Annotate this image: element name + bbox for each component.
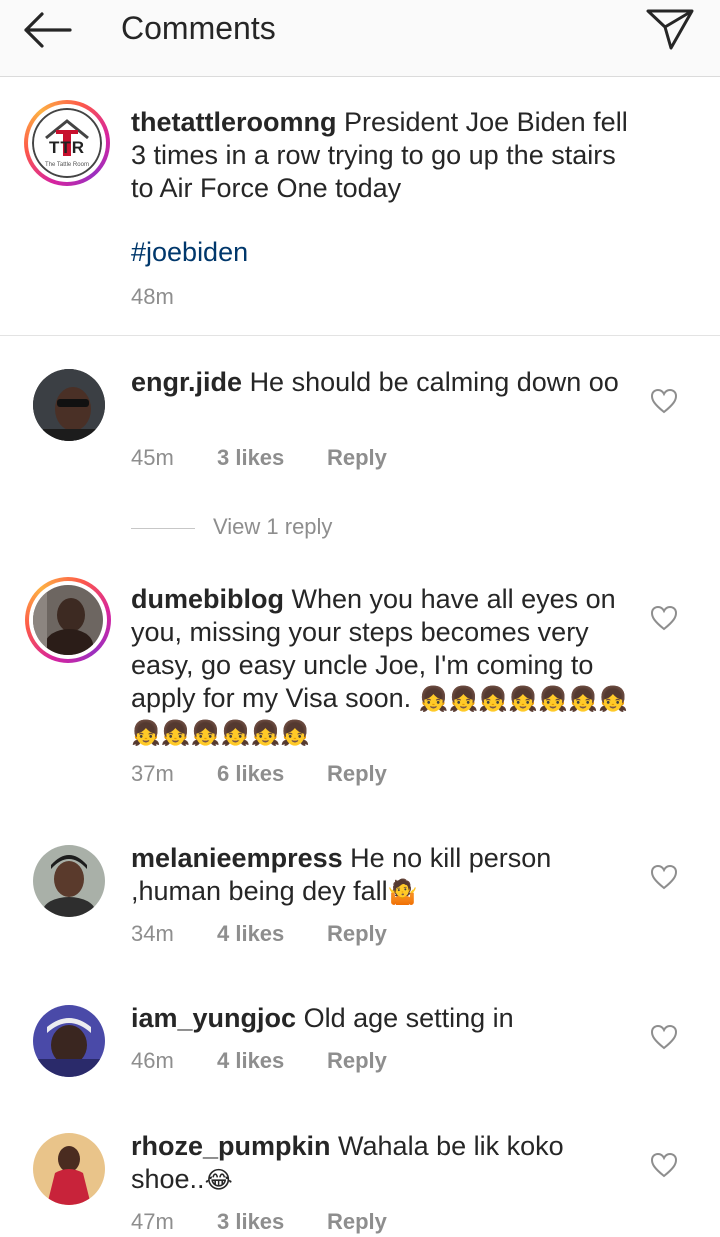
avatar-photo — [33, 1005, 105, 1077]
comment-text: engr.jide He should be calming down oo — [131, 366, 631, 399]
likes-count[interactable]: 3 likes — [217, 443, 327, 473]
tattleroom-logo: TTR The Tattle Room — [32, 108, 102, 178]
page-title: Comments — [121, 10, 276, 46]
caption-avatar-ring[interactable]: TTR The Tattle Room — [24, 100, 110, 186]
comment-body: He should be calming down oo — [249, 367, 619, 397]
comment-text: rhoze_pumpkin Wahala be lik koko shoe..😂 — [131, 1130, 631, 1197]
comment-meta: 46m 4 likes Reply — [131, 1046, 387, 1076]
divider — [131, 527, 195, 529]
heart-outline-icon[interactable] — [650, 605, 678, 631]
heart-outline-icon[interactable] — [650, 388, 678, 414]
heart-outline-icon[interactable] — [650, 1024, 678, 1050]
comment-time: 34m — [131, 921, 174, 946]
back-button[interactable] — [18, 8, 78, 52]
comment-time: 47m — [131, 1209, 174, 1234]
emoji: 😂 — [204, 1166, 233, 1194]
reply-button[interactable]: Reply — [327, 1046, 387, 1076]
avatar: TTR The Tattle Room — [32, 108, 102, 178]
comment-time: 37m — [131, 761, 174, 786]
comment-username[interactable]: rhoze_pumpkin — [131, 1131, 331, 1161]
avatar-story-ring[interactable] — [25, 577, 111, 663]
comment-time: 45m — [131, 445, 174, 470]
reply-button[interactable]: Reply — [327, 759, 387, 789]
avatar-photo — [33, 369, 105, 441]
view-replies-label: View 1 reply — [213, 514, 333, 539]
likes-count[interactable]: 4 likes — [217, 919, 327, 949]
comment-meta: 34m 4 likes Reply — [131, 919, 387, 949]
comment-body: Old age setting in — [303, 1003, 514, 1033]
emoji: 🤷 — [387, 878, 418, 906]
avatar-photo — [33, 845, 105, 917]
avatar-photo — [33, 1133, 105, 1205]
comment-text: iam_yungjoc Old age setting in — [131, 1002, 631, 1035]
comment-username[interactable]: iam_yungjoc — [131, 1003, 296, 1033]
share-button[interactable] — [644, 6, 696, 52]
avatar — [33, 585, 103, 655]
avatar[interactable] — [33, 1133, 105, 1205]
likes-count[interactable]: 4 likes — [217, 1046, 327, 1076]
caption-timestamp: 48m — [131, 282, 217, 312]
likes-count[interactable]: 6 likes — [217, 759, 327, 789]
reply-button[interactable]: Reply — [327, 443, 387, 473]
view-replies-button[interactable]: View 1 reply — [131, 512, 332, 542]
caption-time: 48m — [131, 284, 174, 309]
svg-text:The Tattle Room: The Tattle Room — [45, 162, 89, 168]
hashtag-link[interactable]: #joebiden — [131, 237, 248, 267]
heart-outline-icon[interactable] — [650, 864, 678, 890]
likes-count[interactable]: 3 likes — [217, 1207, 327, 1237]
heart-outline-icon[interactable] — [650, 1152, 678, 1178]
comment-time: 46m — [131, 1048, 174, 1073]
comment-meta: 47m 3 likes Reply — [131, 1207, 387, 1237]
comment-username[interactable]: dumebiblog — [131, 584, 284, 614]
reply-button[interactable]: Reply — [327, 919, 387, 949]
comment-username[interactable]: melanieempress — [131, 843, 343, 873]
caption-hashtag-line: #joebiden — [131, 236, 631, 269]
top-bar: Comments — [0, 0, 720, 77]
avatar[interactable] — [33, 1005, 105, 1077]
avatar[interactable] — [33, 369, 105, 441]
arrow-left-icon — [24, 12, 72, 48]
svg-text:TTR: TTR — [49, 138, 85, 157]
comment-meta: 45m 3 likes Reply — [131, 443, 387, 473]
comment-text: dumebiblog When you have all eyes on you… — [131, 583, 631, 750]
comment-username[interactable]: engr.jide — [131, 367, 242, 397]
caption-username[interactable]: thetattleroomng — [131, 107, 337, 137]
avatar-photo — [33, 585, 103, 655]
paper-plane-icon — [646, 9, 694, 50]
reply-button[interactable]: Reply — [327, 1207, 387, 1237]
post-caption: TTR The Tattle Room thetattleroomng Pres… — [0, 78, 720, 336]
comment-meta: 37m 6 likes Reply — [131, 759, 387, 789]
caption-text: thetattleroomng President Joe Biden fell… — [131, 106, 631, 205]
comment-text: melanieempress He no kill person ,human … — [131, 842, 631, 909]
avatar[interactable] — [33, 845, 105, 917]
